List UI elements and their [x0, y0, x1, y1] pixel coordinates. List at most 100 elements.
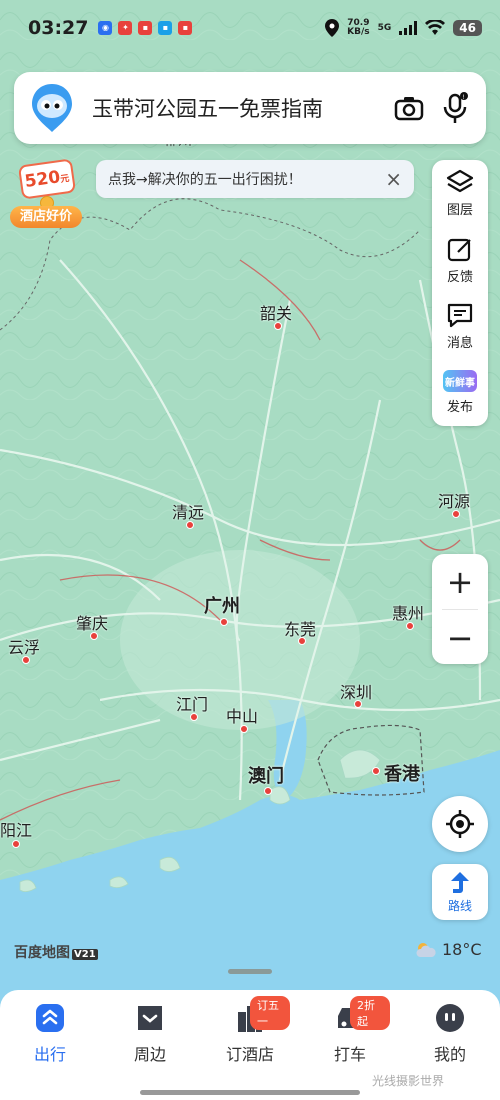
tab-nearby-label: 周边 — [133, 1045, 166, 1064]
map-label-yunfu[interactable]: 云浮 — [8, 634, 40, 658]
tab-travel[interactable]: 出行 — [10, 1002, 90, 1065]
layers-icon — [446, 170, 474, 193]
partly-cloudy-icon — [416, 942, 436, 957]
net-speed-unit: KB/s — [347, 27, 370, 37]
new-post-icon: 新鲜事 — [443, 370, 477, 393]
map-label-shaoguan[interactable]: 韶关 — [260, 300, 292, 324]
travel-icon — [36, 1004, 64, 1032]
gesture-bar[interactable] — [140, 1090, 360, 1095]
brand-name: 百度地图 — [14, 945, 70, 961]
microphone-icon[interactable]: ! — [438, 91, 472, 125]
map-label-macau[interactable]: 澳门 — [248, 762, 284, 788]
route-label: 路线 — [447, 898, 472, 913]
feedback-label: 反馈 — [446, 269, 473, 285]
map-label-heyuan[interactable]: 河源 — [438, 488, 470, 512]
location-pin-icon — [325, 19, 340, 37]
map-label-zhongshan[interactable]: 中山 — [226, 703, 258, 727]
publish-label: 发布 — [446, 400, 473, 416]
battery-indicator: 46 — [453, 20, 482, 36]
status-bar: 03:27 ◉ ✦ ▪ ▪ ▪ 70.9 KB/s 5G 46 — [0, 0, 500, 56]
status-right: 70.9 KB/s 5G 46 — [325, 19, 482, 37]
network-type: 5G — [377, 22, 392, 33]
map-label-zhaoqing[interactable]: 肇庆 — [76, 610, 108, 634]
promo-price: 520元 — [17, 158, 77, 200]
weather-widget[interactable]: 18°C — [414, 940, 482, 959]
city-dot-yunfu — [22, 656, 30, 664]
search-query-text[interactable]: 玉带河公园五一免票指南 — [92, 93, 380, 123]
profile-icon — [436, 1004, 464, 1032]
promo-tag: 酒店好价 — [10, 206, 82, 228]
message-button[interactable]: 消息 — [432, 293, 488, 360]
layers-button[interactable]: 图层 — [432, 160, 488, 227]
tab-hotel-label: 订酒店 — [225, 1045, 274, 1064]
city-dot-dongguan — [298, 637, 306, 645]
search-bar[interactable]: 玉带河公园五一免票指南 ! — [14, 72, 486, 144]
message-label: 消息 — [446, 336, 473, 352]
city-dot-guangzhou — [220, 618, 228, 626]
city-dot-shaoguan — [274, 322, 282, 330]
feedback-button[interactable]: 反馈 — [432, 227, 488, 294]
baidu-app-icon: ◉ — [98, 21, 113, 35]
signal-icon — [399, 21, 418, 35]
mascot-avatar-icon[interactable] — [30, 82, 74, 134]
zoom-in-button[interactable]: + — [432, 554, 488, 609]
tab-travel-label: 出行 — [33, 1045, 66, 1064]
blue-app-icon: ▪ — [158, 21, 173, 35]
city-dot-heyuan — [452, 510, 460, 518]
notification-icons: ◉ ✦ ▪ ▪ ▪ — [98, 21, 193, 35]
promo-price-value: 520 — [23, 167, 62, 193]
city-dot-qingyuan — [186, 521, 194, 529]
route-arrow-icon — [451, 871, 469, 893]
map-label-jiangmen[interactable]: 江门 — [176, 691, 208, 715]
city-dot-shenzhen — [354, 700, 362, 708]
feedback-icon — [447, 238, 471, 261]
zoom-controls: + − — [432, 554, 488, 664]
map-label-guangzhou[interactable]: 广州 — [204, 592, 240, 618]
camera-icon[interactable] — [392, 91, 426, 125]
network-label: 5G — [377, 22, 392, 33]
bottom-sheet-handle[interactable] — [228, 969, 272, 974]
weather-temp: 18°C — [442, 940, 482, 959]
trip-notice-banner[interactable]: 点我→解决你的五一出行困扰！ × — [96, 160, 414, 198]
tab-taxi-label: 打车 — [333, 1045, 366, 1064]
city-dot-huizhou — [406, 622, 414, 630]
tab-taxi[interactable]: 2折起 打车 — [310, 996, 390, 1065]
nearby-icon — [138, 1006, 162, 1030]
city-dot-hongkong — [372, 767, 380, 775]
wifi-icon — [425, 20, 446, 35]
net-speed: 70.9 KB/s — [347, 19, 369, 37]
close-icon[interactable]: × — [385, 167, 402, 191]
watermark: 光线摄影世界 — [372, 1074, 445, 1088]
map-label-qingyuan[interactable]: 清远 — [172, 499, 204, 523]
promo-price-unit: 元 — [59, 173, 71, 186]
city-dot-zhaoqing — [90, 632, 98, 640]
map-side-panel: 图层 反馈 消息 新鲜事 发布 — [432, 160, 488, 426]
weibo-app-icon: ✦ — [118, 21, 133, 35]
hotel-promo-badge[interactable]: 520元 酒店好价 — [10, 158, 82, 230]
taxi-tab-badge: 2折起 — [350, 996, 390, 1030]
hotel-tab-badge: 订五一 — [250, 996, 290, 1030]
brand-version: V21 — [72, 949, 98, 960]
city-dot-yangjiang — [12, 840, 20, 848]
zoom-out-button[interactable]: − — [432, 610, 488, 665]
tab-hotel[interactable]: 订五一 订酒店 — [210, 996, 290, 1065]
route-button[interactable]: 路线 — [432, 864, 488, 920]
layers-label: 图层 — [446, 203, 473, 219]
map-brand-logo: 百度地图 V21 — [14, 942, 98, 962]
tab-profile[interactable]: 我的 — [410, 1002, 490, 1065]
tab-profile-label: 我的 — [433, 1045, 466, 1064]
map-label-huizhou[interactable]: 惠州 — [392, 600, 424, 624]
news-app-icon: ▪ — [138, 21, 153, 35]
svg-text:!: ! — [463, 94, 465, 101]
notice-text[interactable]: 点我→解决你的五一出行困扰！ — [108, 169, 302, 189]
status-time: 03:27 — [28, 17, 89, 39]
crosshair-icon — [446, 810, 474, 838]
publish-button[interactable]: 新鲜事 发布 — [432, 360, 488, 427]
map-label-hongkong[interactable]: 香港 — [384, 760, 420, 786]
toutiao-app-icon: ▪ — [178, 21, 193, 35]
tab-nearby[interactable]: 周边 — [110, 1002, 190, 1065]
locate-me-button[interactable] — [432, 796, 488, 852]
city-dot-macau — [264, 787, 272, 795]
map-label-yangjiang[interactable]: 阳江 — [0, 817, 32, 841]
city-dot-jiangmen — [190, 713, 198, 721]
